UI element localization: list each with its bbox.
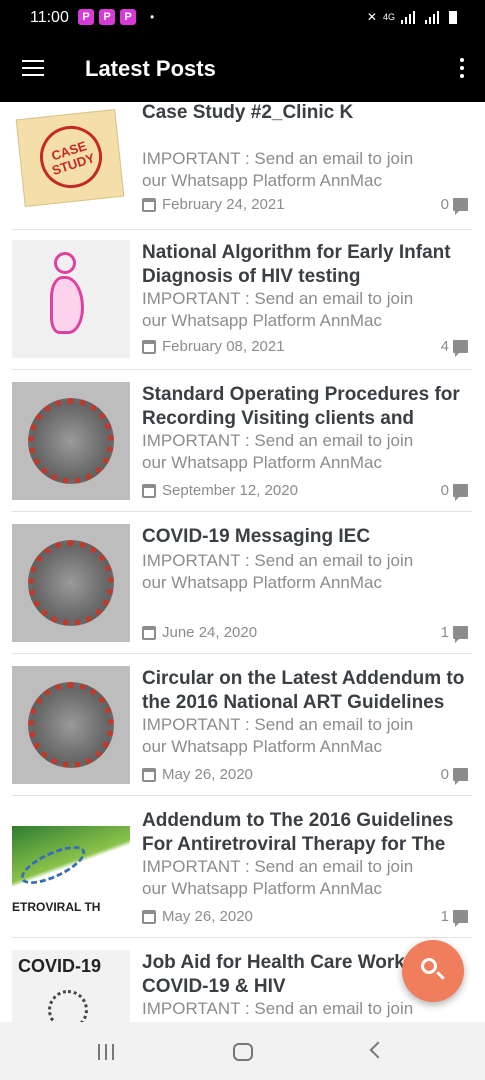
- comment-icon: [453, 198, 468, 215]
- post-date-text: May 26, 2020: [162, 908, 253, 925]
- post-date: May 26, 2020: [142, 766, 253, 783]
- post-thumbnail[interactable]: COVID-19: [12, 950, 130, 1022]
- comment-icon: [453, 340, 468, 357]
- post-date-text: September 12, 2020: [162, 482, 298, 499]
- calendar-icon: [142, 767, 156, 782]
- post-comments: 1: [440, 624, 468, 643]
- post-date: September 12, 2020: [142, 482, 298, 499]
- notification-badge: P: [120, 9, 136, 25]
- post-thumbnail[interactable]: [12, 382, 130, 500]
- system-nav-bar: [0, 1022, 485, 1080]
- comment-icon: [453, 910, 468, 927]
- comment-icon: [453, 484, 468, 501]
- post-date: February 24, 2021: [142, 196, 285, 213]
- post-title[interactable]: National Algorithm for Early Infant Diag…: [142, 241, 474, 289]
- calendar-icon: [142, 909, 156, 924]
- calendar-icon: [142, 483, 156, 498]
- post-title[interactable]: Standard Operating Procedures for Record…: [142, 383, 474, 431]
- comment-count: 1: [440, 908, 449, 925]
- post-excerpt: IMPORTANT : Send an email to join our Wh…: [142, 715, 414, 756]
- post-excerpt: IMPORTANT : Send an email to join our Wh…: [142, 149, 414, 190]
- post-title[interactable]: Case Study #2_Clinic K: [142, 102, 474, 125]
- notification-badge: P: [99, 9, 115, 25]
- post-excerpt: IMPORTANT : Send an email to join: [142, 999, 414, 1018]
- post-date: June 24, 2020: [142, 624, 257, 641]
- page-title: Latest Posts: [85, 56, 216, 81]
- post-thumbnail[interactable]: [12, 240, 130, 358]
- post-date-text: June 24, 2020: [162, 624, 258, 641]
- comment-icon: [453, 626, 468, 643]
- post-date-text: February 24, 2021: [162, 196, 285, 213]
- post-title[interactable]: Circular on the Latest Addendum to the 2…: [142, 667, 474, 715]
- post-item[interactable]: Circular on the Latest Addendum to the 2…: [12, 666, 472, 796]
- status-time: 11:00: [30, 9, 69, 26]
- comment-count: 1: [440, 624, 449, 641]
- post-comments: 4: [440, 338, 468, 357]
- post-date-text: February 08, 2021: [162, 338, 285, 355]
- post-thumbnail[interactable]: CASE STUDY: [12, 102, 130, 218]
- post-date: May 26, 2020: [142, 908, 253, 925]
- status-icons: ✕ 4G: [367, 10, 457, 24]
- signal-icon: [401, 10, 419, 24]
- post-list[interactable]: CASE STUDY Case Study #2_Clinic K IMPORT…: [0, 102, 485, 1022]
- battery-icon: [449, 10, 457, 24]
- post-thumbnail[interactable]: [12, 666, 130, 784]
- post-excerpt: IMPORTANT : Send an email to join our Wh…: [142, 857, 414, 898]
- post-comments: 1: [440, 908, 468, 927]
- back-icon[interactable]: [369, 1041, 387, 1059]
- calendar-icon: [142, 625, 156, 640]
- search-icon: [421, 958, 437, 974]
- post-comments: 0: [440, 482, 468, 501]
- status-bar: 11:00 P P P • ✕ 4G: [0, 0, 485, 36]
- post-excerpt: IMPORTANT : Send an email to join our Wh…: [142, 431, 414, 472]
- notification-badge: P: [78, 9, 94, 25]
- comment-count: 0: [440, 196, 449, 213]
- comment-count: 0: [440, 766, 449, 783]
- network-label: 4G: [382, 12, 395, 22]
- calendar-icon: [142, 339, 156, 354]
- hamburger-icon[interactable]: [22, 60, 44, 76]
- post-excerpt: IMPORTANT : Send an email to join our Wh…: [142, 289, 414, 330]
- recent-apps-icon[interactable]: [98, 1044, 116, 1060]
- post-date: February 08, 2021: [142, 338, 285, 355]
- post-comments: 0: [440, 766, 468, 785]
- post-thumbnail[interactable]: ETROVIRAL TH: [12, 808, 130, 926]
- mute-icon: ✕: [366, 10, 377, 24]
- signal-icon: [425, 10, 443, 24]
- post-date-text: May 26, 2020: [162, 766, 253, 783]
- status-dot: •: [150, 10, 155, 24]
- post-comments: 0: [440, 196, 468, 215]
- thumbnail-caption: COVID-19: [18, 956, 102, 976]
- post-title[interactable]: COVID-19 Messaging IEC: [142, 525, 474, 549]
- app-bar: Latest Posts: [0, 36, 485, 102]
- post-title[interactable]: Addendum to The 2016 Guidelines For Anti…: [142, 809, 474, 857]
- search-button[interactable]: [402, 940, 464, 1002]
- post-thumbnail[interactable]: [12, 524, 130, 642]
- post-excerpt: IMPORTANT : Send an email to join our Wh…: [142, 551, 414, 592]
- post-item[interactable]: National Algorithm for Early Infant Diag…: [12, 240, 472, 370]
- post-item[interactable]: Standard Operating Procedures for Record…: [12, 382, 472, 512]
- post-item[interactable]: CASE STUDY Case Study #2_Clinic K IMPORT…: [12, 102, 472, 230]
- comment-count: 4: [440, 338, 449, 355]
- comment-count: 0: [440, 482, 449, 499]
- post-item[interactable]: COVID-19 Messaging IEC IMPORTANT : Send …: [12, 524, 472, 654]
- thumbnail-caption: ETROVIRAL TH: [12, 900, 101, 914]
- calendar-icon: [142, 197, 156, 212]
- comment-icon: [453, 768, 468, 785]
- more-vertical-icon[interactable]: [459, 58, 465, 78]
- home-icon[interactable]: [233, 1043, 253, 1061]
- post-item[interactable]: ETROVIRAL TH Addendum to The 2016 Guidel…: [12, 808, 472, 938]
